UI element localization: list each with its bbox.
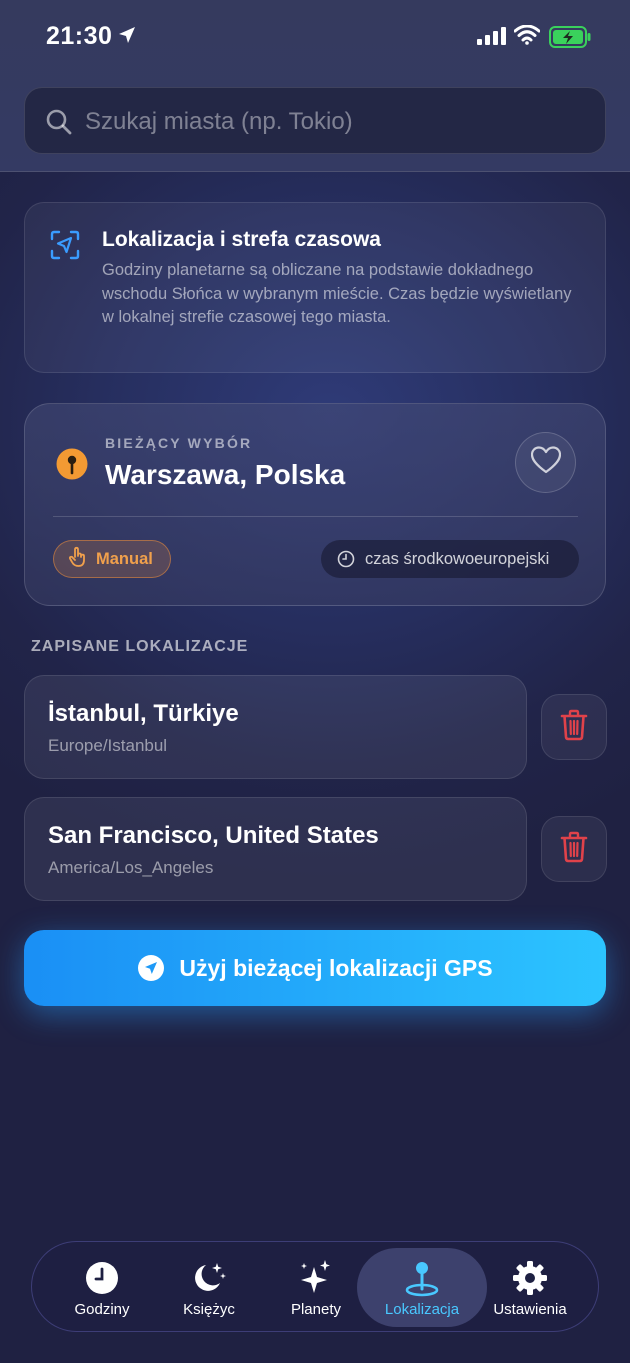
city-search-bar[interactable] bbox=[24, 87, 606, 155]
tab-godziny[interactable]: Godziny bbox=[46, 1248, 158, 1327]
trash-icon bbox=[560, 831, 588, 868]
tab-ustawienia[interactable]: Ustawienia bbox=[474, 1248, 586, 1327]
trash-icon bbox=[560, 709, 588, 746]
gear-icon bbox=[512, 1259, 548, 1297]
favorite-button[interactable] bbox=[515, 432, 576, 493]
signal-icon bbox=[477, 26, 507, 51]
delete-location-button[interactable] bbox=[541, 694, 607, 760]
moon-stars-icon bbox=[190, 1259, 228, 1297]
status-bar: 21:30 bbox=[0, 0, 630, 72]
search-icon bbox=[45, 108, 73, 141]
wifi-icon bbox=[513, 24, 541, 50]
current-selection-label: BIEŻĄCY WYBÓR bbox=[105, 435, 253, 451]
saved-location-item[interactable]: İstanbul, Türkiye Europe/Istanbul bbox=[24, 675, 527, 779]
current-city: Warszawa, Polska bbox=[105, 459, 346, 490]
clock-icon bbox=[337, 550, 355, 568]
use-gps-location-button[interactable]: Użyj bieżącej lokalizacji GPS bbox=[24, 930, 606, 1006]
info-card-description: Godziny planetarne są obliczane na podst… bbox=[102, 261, 572, 326]
tab-label: Godziny bbox=[74, 1301, 130, 1318]
location-pin-icon bbox=[404, 1259, 440, 1297]
delete-location-button[interactable] bbox=[541, 816, 607, 882]
battery-charging-icon bbox=[549, 26, 591, 53]
tab-label: Planety bbox=[290, 1301, 342, 1318]
manual-badge-label: Manual bbox=[96, 549, 153, 568]
location-scan-icon bbox=[50, 230, 80, 265]
tab-label: Lokalizacja bbox=[384, 1301, 460, 1318]
tab-planety[interactable]: Planety bbox=[260, 1248, 372, 1327]
tab-ksiezyc[interactable]: Księżyc bbox=[153, 1248, 265, 1327]
saved-location-name: San Francisco, United States bbox=[48, 822, 379, 849]
location-pin-icon bbox=[56, 448, 88, 485]
saved-location-timezone: America/Los_Angeles bbox=[48, 858, 214, 877]
tab-label: Księżyc bbox=[183, 1301, 235, 1318]
saved-locations-title: ZAPISANE LOKALIZACJE bbox=[31, 638, 249, 655]
hand-tap-icon bbox=[68, 546, 88, 573]
sparkles-icon bbox=[298, 1259, 334, 1297]
tab-lokalizacja[interactable]: Lokalizacja bbox=[357, 1248, 487, 1327]
info-card-title: Lokalizacja i strefa czasowa bbox=[102, 228, 381, 251]
clock-icon bbox=[85, 1259, 119, 1297]
location-arrow-icon bbox=[137, 954, 165, 982]
status-time: 21:30 bbox=[46, 22, 113, 50]
timezone-badge: czas środkowoeuropejski bbox=[321, 540, 579, 578]
tab-label: Ustawienia bbox=[493, 1301, 567, 1318]
tab-bar: Godziny Księżyc Planety Lokalizacja Usta… bbox=[31, 1241, 599, 1332]
timezone-label: czas środkowoeuropejski bbox=[365, 549, 550, 568]
saved-location-name: İstanbul, Türkiye bbox=[48, 700, 239, 727]
location-arrow-icon bbox=[117, 25, 137, 50]
heart-icon bbox=[530, 446, 561, 479]
divider bbox=[53, 516, 578, 517]
saved-location-timezone: Europe/Istanbul bbox=[48, 736, 168, 755]
info-card: Lokalizacja i strefa czasowa Godziny pla… bbox=[24, 202, 606, 373]
search-input[interactable] bbox=[85, 88, 595, 155]
current-selection-card: BIEŻĄCY WYBÓR Warszawa, Polska Manual cz… bbox=[24, 403, 606, 606]
use-gps-location-label: Użyj bieżącej lokalizacji GPS bbox=[179, 954, 493, 981]
saved-location-item[interactable]: San Francisco, United States America/Los… bbox=[24, 797, 527, 901]
manual-badge: Manual bbox=[53, 540, 171, 578]
